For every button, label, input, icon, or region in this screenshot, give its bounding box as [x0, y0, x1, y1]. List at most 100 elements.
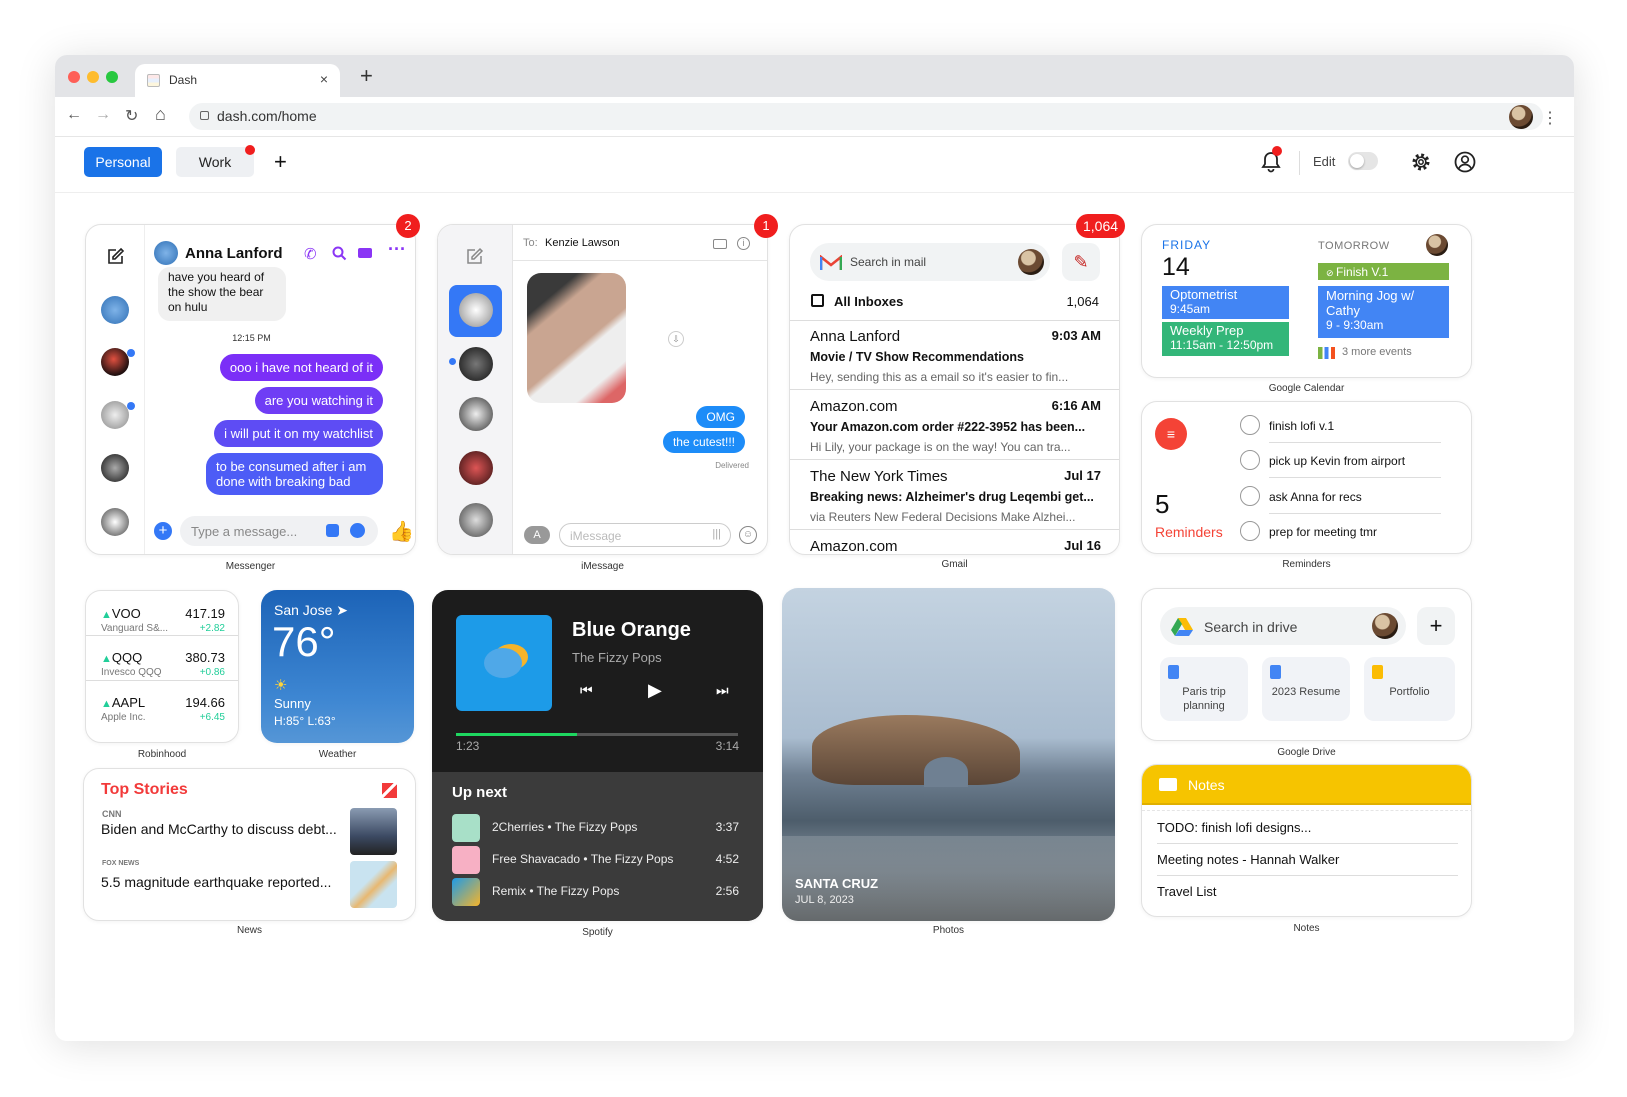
- queue-track[interactable]: Remix • The Fizzy Pops: [492, 884, 619, 898]
- selected-conversation[interactable]: [449, 285, 502, 337]
- facetime-icon[interactable]: [713, 239, 727, 249]
- tab-personal[interactable]: Personal: [84, 147, 162, 177]
- play-icon[interactable]: ▶: [648, 680, 662, 701]
- search-icon[interactable]: [332, 246, 347, 261]
- appstore-icon[interactable]: A: [524, 526, 550, 544]
- url-field[interactable]: dash.com/home ☆: [189, 103, 1543, 130]
- message-input[interactable]: Type a message...: [180, 516, 378, 546]
- news-headline[interactable]: Biden and McCarthy to discuss debt...: [101, 821, 337, 837]
- compose-icon[interactable]: [107, 247, 125, 265]
- forward-icon[interactable]: →: [95, 106, 111, 124]
- drive-doc[interactable]: Portfolio: [1364, 657, 1455, 721]
- browser-tab[interactable]: Dash ×: [135, 64, 340, 97]
- close-window-dot[interactable]: [68, 71, 80, 83]
- reload-icon[interactable]: ↻: [125, 106, 138, 126]
- drive-search[interactable]: Search in drive: [1160, 607, 1406, 645]
- next-icon[interactable]: ⏭: [716, 682, 729, 699]
- incoming-message: have you heard of the show the bear on h…: [158, 267, 286, 321]
- tab-work[interactable]: Work: [176, 147, 254, 177]
- email-row[interactable]: The New York Times Jul 17 Breaking news:…: [790, 460, 1119, 530]
- like-icon[interactable]: 👍: [389, 519, 414, 544]
- reminder-checkbox[interactable]: [1240, 450, 1260, 470]
- calendar-event[interactable]: ⊘ Finish V.1: [1318, 263, 1449, 280]
- note-item[interactable]: Meeting notes - Hannah Walker: [1157, 852, 1339, 867]
- photos-widget[interactable]: SANTA CRUZ JUL 8, 2023: [782, 588, 1115, 921]
- close-tab-icon[interactable]: ×: [320, 71, 328, 87]
- reminder-checkbox[interactable]: [1240, 486, 1260, 506]
- queue-track[interactable]: 2Cherries • The Fizzy Pops: [492, 820, 637, 834]
- minimize-window-dot[interactable]: [87, 71, 99, 83]
- stock-row[interactable]: ▲QQQ 380.73 Invesco QQQ +0.86: [86, 636, 238, 681]
- maximize-window-dot[interactable]: [106, 71, 118, 83]
- weather-widget[interactable]: San Jose ➤ 76° ☀ Sunny H:85° L:63°: [261, 590, 414, 743]
- news-thumbnail: [350, 861, 397, 908]
- progress-bar[interactable]: [456, 733, 738, 736]
- contact-avatar: [154, 241, 178, 265]
- chat-avatar[interactable]: [101, 508, 129, 536]
- stock-price: 380.73: [185, 650, 225, 665]
- chat-avatar[interactable]: [101, 401, 129, 429]
- calendar-event[interactable]: Optometrist 9:45am: [1162, 286, 1289, 319]
- chat-avatar[interactable]: [459, 397, 493, 431]
- new-tab-button[interactable]: +: [360, 63, 373, 89]
- album-art[interactable]: [456, 615, 552, 711]
- message-time: 12:15 PM: [232, 333, 271, 343]
- chat-avatar[interactable]: [101, 348, 129, 376]
- calendar-event[interactable]: Morning Jog w/ Cathy 9 - 9:30am: [1318, 286, 1449, 338]
- drive-avatar[interactable]: [1372, 613, 1398, 639]
- menu-icon[interactable]: ⋮: [1542, 108, 1558, 128]
- stock-row[interactable]: ▲VOO 417.19 Vanguard S&... +2.82: [86, 591, 238, 636]
- queue-art: [452, 814, 480, 842]
- note-item[interactable]: TODO: finish lofi designs...: [1157, 820, 1311, 835]
- reminder-checkbox[interactable]: [1240, 521, 1260, 541]
- profile-avatar[interactable]: [1509, 105, 1533, 129]
- note-item[interactable]: Travel List: [1157, 884, 1216, 899]
- gmail-avatar[interactable]: [1018, 249, 1044, 275]
- info-icon[interactable]: i: [737, 237, 750, 250]
- save-icon[interactable]: ⇩: [668, 331, 684, 347]
- chat-avatar[interactable]: [459, 347, 493, 381]
- more-events[interactable]: 3 more events: [1342, 346, 1412, 358]
- add-attachment-button[interactable]: +: [154, 522, 172, 540]
- edit-toggle[interactable]: [1348, 152, 1378, 170]
- email-row[interactable]: Amazon.com 6:16 AM Your Amazon.com order…: [790, 390, 1119, 460]
- email-row[interactable]: Amazon.com Jul 16: [790, 530, 1119, 554]
- emoji-icon[interactable]: [350, 523, 365, 538]
- drive-add-button[interactable]: +: [1417, 607, 1455, 645]
- mail-search[interactable]: Search in mail: [810, 243, 1050, 281]
- reminder-checkbox[interactable]: [1240, 415, 1260, 435]
- email-row[interactable]: Anna Lanford 9:03 AM Movie / TV Show Rec…: [790, 320, 1119, 390]
- previous-icon[interactable]: ⏮: [580, 682, 593, 699]
- chat-avatar[interactable]: [459, 451, 493, 485]
- event-time: 11:15am - 12:50pm: [1170, 338, 1274, 352]
- phone-icon[interactable]: ✆: [304, 245, 317, 263]
- video-icon[interactable]: [358, 248, 372, 258]
- weather-hilo: H:85° L:63°: [274, 714, 336, 728]
- calendar-event[interactable]: Weekly Prep 11:15am - 12:50pm: [1162, 322, 1289, 356]
- drive-doc[interactable]: Paris trip planning: [1160, 657, 1248, 721]
- back-icon[interactable]: ←: [66, 106, 82, 124]
- audio-icon[interactable]: |||: [712, 528, 721, 540]
- stock-row[interactable]: ▲AAPL 194.66 Apple Inc. +6.45: [86, 681, 238, 726]
- compose-icon[interactable]: [466, 247, 484, 265]
- queue-track[interactable]: Free Shavacado • The Fizzy Pops: [492, 852, 673, 866]
- more-icon[interactable]: ···: [388, 239, 406, 260]
- edit-label: Edit: [1313, 154, 1336, 169]
- drive-doc[interactable]: 2023 Resume: [1262, 657, 1350, 721]
- chat-avatar[interactable]: [101, 454, 129, 482]
- account-icon[interactable]: [1454, 151, 1476, 173]
- gear-icon[interactable]: [1411, 152, 1431, 172]
- chat-avatar[interactable]: [101, 296, 129, 324]
- compose-mail-button[interactable]: ✎: [1062, 243, 1100, 281]
- emoji-icon[interactable]: ☺: [739, 526, 757, 544]
- add-tab-button[interactable]: +: [274, 149, 287, 175]
- imessage-input[interactable]: iMessage |||: [559, 523, 731, 547]
- home-icon[interactable]: ⌂: [155, 104, 166, 125]
- sticker-icon[interactable]: [326, 524, 339, 537]
- calendar-avatar[interactable]: [1426, 234, 1448, 256]
- news-headline[interactable]: 5.5 magnitude earthquake reported...: [101, 874, 331, 890]
- photo-message[interactable]: [527, 273, 626, 403]
- inbox-name[interactable]: All Inboxes: [834, 294, 903, 309]
- up-arrow-icon: ▲: [101, 653, 112, 665]
- chat-avatar[interactable]: [459, 503, 493, 537]
